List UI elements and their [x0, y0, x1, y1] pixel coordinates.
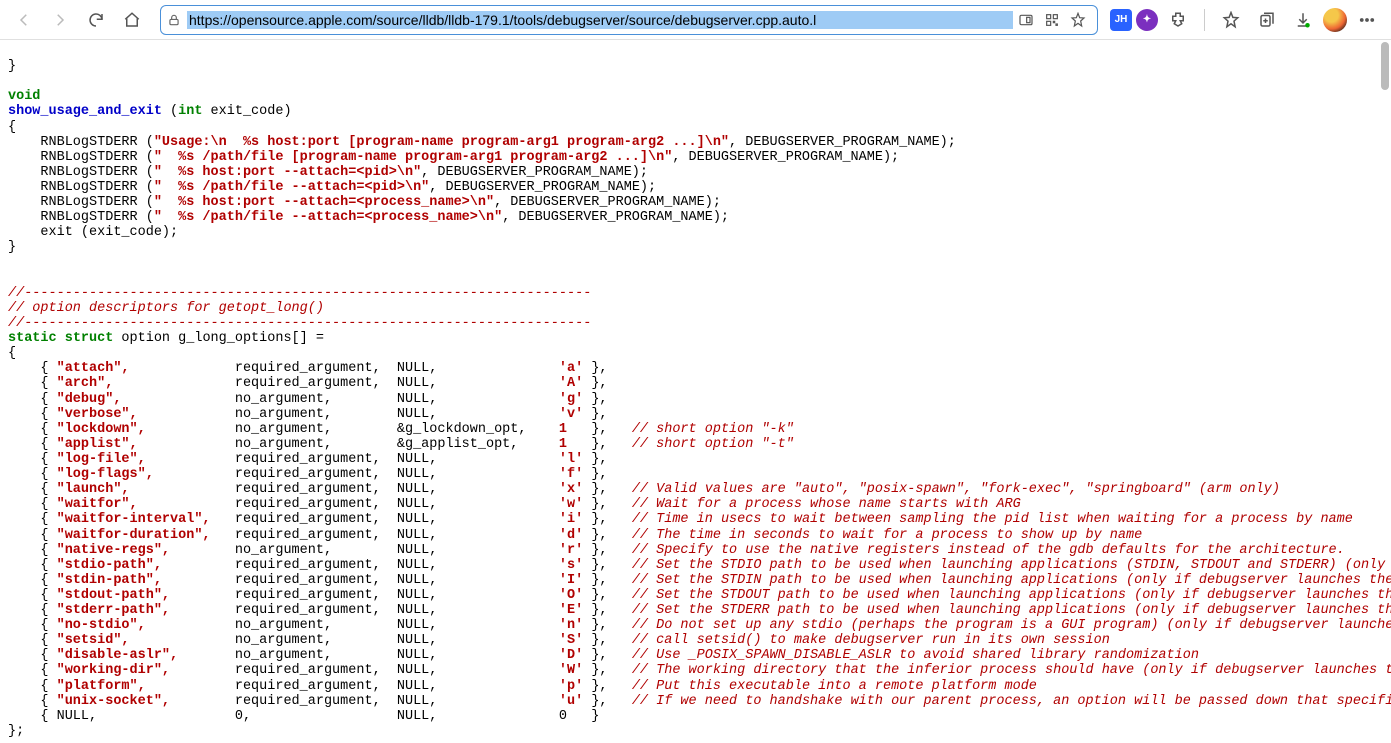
- browser-toolbar: https://opensource.apple.com/source/lldb…: [0, 0, 1391, 40]
- avatar[interactable]: [1323, 8, 1347, 32]
- source-code: } void show_usage_and_exit (int exit_cod…: [0, 40, 1391, 743]
- extension-purple-icon[interactable]: ✦: [1136, 9, 1158, 31]
- reader-icon[interactable]: [1013, 7, 1039, 33]
- url-text[interactable]: https://opensource.apple.com/source/lldb…: [187, 11, 1013, 29]
- back-button[interactable]: [8, 4, 40, 36]
- lock-icon: [167, 13, 181, 27]
- url-bar[interactable]: https://opensource.apple.com/source/lldb…: [160, 5, 1098, 35]
- divider: [1204, 9, 1205, 31]
- extensions-button[interactable]: [1162, 4, 1194, 36]
- qr-icon[interactable]: [1039, 7, 1065, 33]
- home-button[interactable]: [116, 4, 148, 36]
- refresh-button[interactable]: [80, 4, 112, 36]
- menu-button[interactable]: [1351, 4, 1383, 36]
- favorite-icon[interactable]: [1065, 7, 1091, 33]
- collections-button[interactable]: [1251, 4, 1283, 36]
- downloads-button[interactable]: [1287, 4, 1319, 36]
- scrollbar-thumb[interactable]: [1381, 42, 1389, 90]
- forward-button[interactable]: [44, 4, 76, 36]
- extension-jh-icon[interactable]: JH: [1110, 9, 1132, 31]
- favorites-button[interactable]: [1215, 4, 1247, 36]
